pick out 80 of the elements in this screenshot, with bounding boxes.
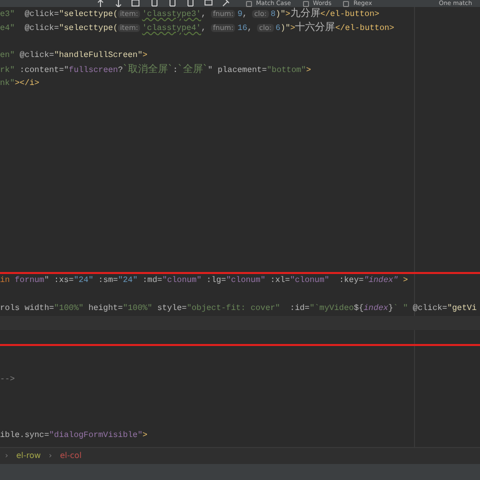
up-arrow-icon[interactable] bbox=[96, 0, 105, 7]
separator: › bbox=[5, 450, 8, 462]
code-token: :xl= bbox=[269, 276, 290, 285]
code-token: "100%" bbox=[122, 304, 152, 313]
code-token: :content=" bbox=[18, 66, 69, 75]
code-token: 九分屏 bbox=[290, 8, 320, 19]
code-token: e3" bbox=[0, 10, 15, 19]
code-token: "clonum" bbox=[162, 276, 202, 285]
code-token: "clonum" bbox=[226, 276, 266, 285]
code-token: :md= bbox=[142, 276, 162, 285]
code-token: index bbox=[364, 304, 388, 313]
code-token: rols width= bbox=[0, 304, 54, 313]
code-token: :key= bbox=[338, 276, 364, 285]
box-icon[interactable] bbox=[131, 0, 140, 7]
code-token: 'classtype4' bbox=[142, 24, 202, 33]
code-token: > bbox=[306, 66, 311, 75]
code-token: : bbox=[172, 66, 178, 75]
code-token: ible.sync= bbox=[0, 431, 50, 440]
code-token: @click= bbox=[24, 24, 59, 33]
down-arrow-icon[interactable] bbox=[114, 0, 123, 7]
code-token: "bottom" bbox=[266, 66, 306, 75]
code-token: @click= bbox=[18, 51, 54, 60]
code-token: 9 bbox=[237, 10, 242, 19]
code-token: 6 bbox=[276, 24, 280, 33]
code-token: "24" bbox=[74, 276, 94, 285]
code-token: e4" bbox=[0, 24, 15, 33]
code-token: , bbox=[201, 10, 208, 19]
code-token: `取消全屏` bbox=[122, 64, 173, 75]
code-token: 'classtype3' bbox=[142, 10, 202, 19]
code-token: "24" bbox=[118, 276, 138, 285]
code-token: ${ bbox=[354, 304, 364, 313]
code-token: height= bbox=[87, 304, 123, 313]
breadcrumb-item[interactable]: el-col bbox=[60, 448, 82, 464]
code-token: "clonum" bbox=[290, 276, 330, 285]
code-token: )" bbox=[280, 24, 290, 33]
code-token: > bbox=[142, 431, 148, 440]
code-token: "dialogFormVisible" bbox=[49, 431, 142, 440]
code-token: " placement= bbox=[208, 66, 267, 75]
code-token: </el-button> bbox=[320, 10, 380, 19]
code-token: 十六分屏 bbox=[295, 22, 336, 33]
code-token: style= bbox=[156, 304, 187, 313]
code-token: "getVi bbox=[447, 304, 477, 313]
code-token: @click= bbox=[412, 304, 448, 313]
code-token: 8 bbox=[270, 10, 276, 19]
code-token: , bbox=[242, 10, 248, 19]
code-token: ? bbox=[118, 66, 123, 75]
code-token: rk" bbox=[0, 66, 15, 75]
code-token: > bbox=[402, 276, 408, 285]
code-token: --> bbox=[0, 375, 15, 384]
code-token: " :xs= bbox=[44, 276, 74, 285]
code-token: :id= bbox=[288, 304, 310, 313]
code-token: "100%" bbox=[54, 304, 84, 313]
breadcrumb-item[interactable]: el-row bbox=[16, 448, 41, 464]
code-token: en" bbox=[0, 51, 15, 60]
code-token: > bbox=[142, 51, 148, 60]
code-token: )" bbox=[276, 10, 286, 19]
code-token: ` " bbox=[393, 304, 408, 313]
code-token: "handleFullScreen" bbox=[54, 51, 143, 60]
code-token: fornum bbox=[14, 276, 44, 285]
code-token: fullscreen bbox=[68, 66, 118, 75]
code-token: "index" bbox=[364, 276, 398, 285]
code-token: 16 bbox=[237, 24, 248, 33]
code-token: > bbox=[285, 10, 290, 19]
code-token: "`myVideo bbox=[310, 304, 354, 313]
code-token: in bbox=[0, 276, 10, 285]
code-token: ></i> bbox=[14, 79, 40, 88]
code-token: "object-fit: cover" bbox=[186, 304, 280, 313]
code-token: , bbox=[201, 24, 208, 33]
code-token: } bbox=[388, 304, 394, 313]
code-token: `全屏` bbox=[178, 64, 208, 75]
code-token: nk" bbox=[0, 79, 15, 88]
code-token: :sm= bbox=[97, 276, 118, 285]
separator: › bbox=[48, 450, 52, 462]
code-token: "selecttype( bbox=[58, 24, 118, 33]
code-token: @click= bbox=[24, 10, 59, 19]
code-token: :lg= bbox=[205, 276, 226, 285]
code-token: </el-button> bbox=[335, 24, 394, 33]
code-token: "selecttype( bbox=[58, 10, 118, 19]
code-token: , bbox=[247, 24, 254, 33]
code-token: > bbox=[290, 24, 296, 33]
